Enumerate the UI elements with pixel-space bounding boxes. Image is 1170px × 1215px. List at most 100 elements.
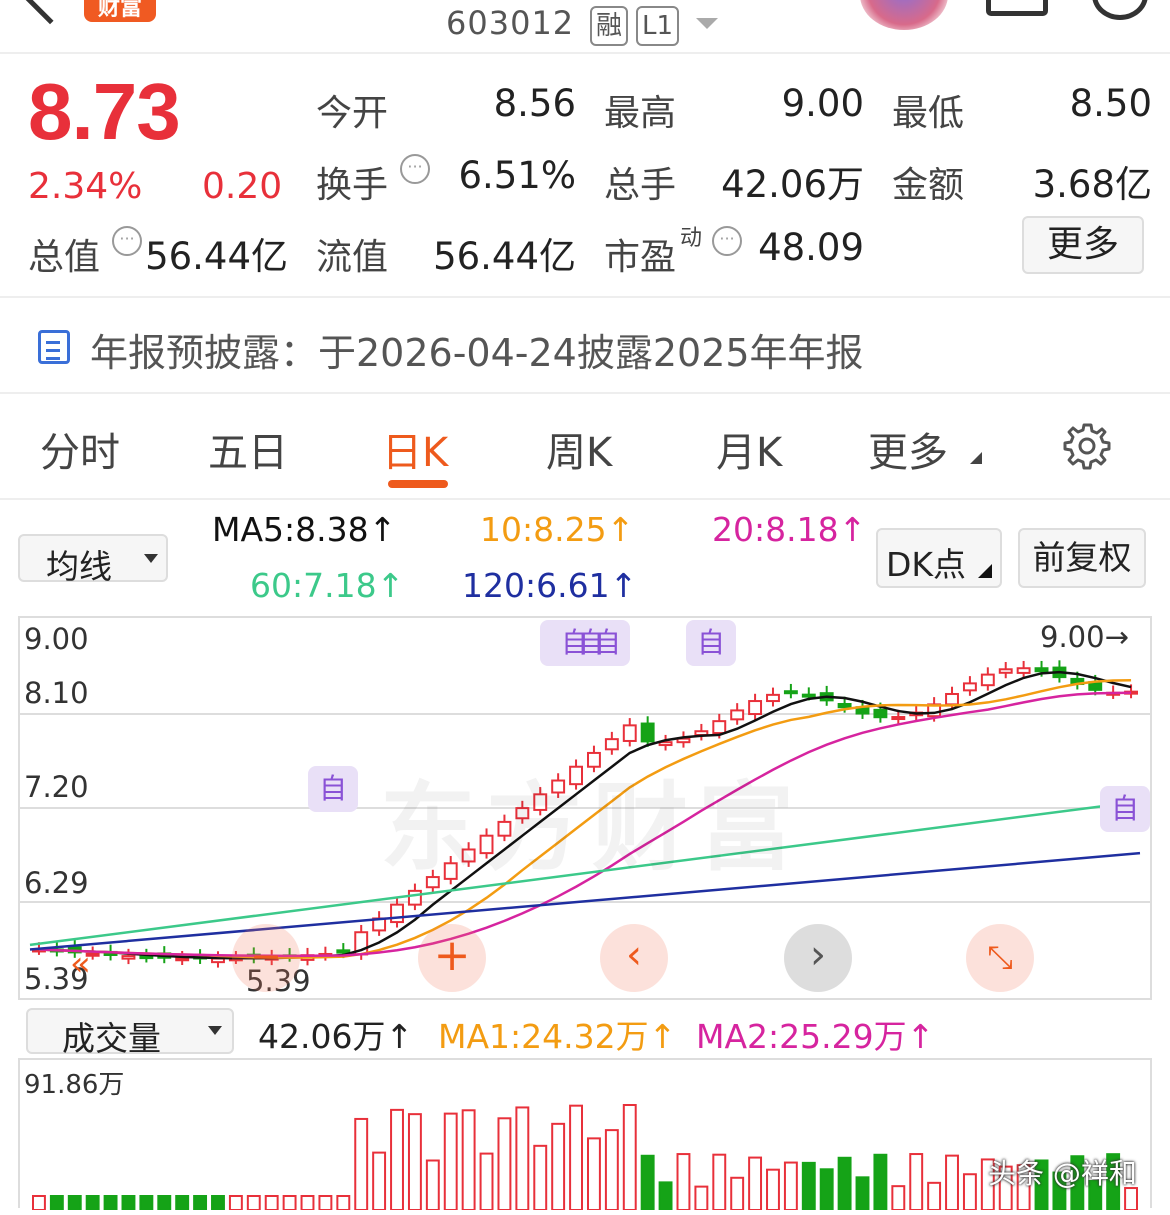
open-value: 8.56 <box>493 82 576 125</box>
volume-bar <box>121 1195 136 1210</box>
info-icon[interactable]: ··· <box>112 226 142 256</box>
annual-report-notice[interactable]: 年报预披露：于2026-04-24披露2025年年报 <box>90 322 864 377</box>
watermark: 东方财富 <box>380 772 804 884</box>
candle-body <box>837 702 852 709</box>
turnover-value: 6.51% <box>458 154 576 197</box>
tab-more[interactable]: 更多 <box>868 420 948 478</box>
low-value: 8.50 <box>1069 82 1152 125</box>
window-icon[interactable] <box>986 0 1048 16</box>
volume-bar <box>85 1195 100 1210</box>
volume-bar <box>587 1137 601 1210</box>
dropdown-caret-icon <box>208 1026 222 1035</box>
volume-bar <box>837 1156 852 1210</box>
volume-bar <box>748 1156 763 1210</box>
change-percent: 2.34% <box>28 166 143 207</box>
chevron-right-icon[interactable]: › <box>784 924 852 992</box>
dk-point-button[interactable]: DK点 <box>876 528 1002 588</box>
low-label: 最低 <box>892 93 965 134</box>
high-label: 最高 <box>604 93 677 134</box>
caret-icon <box>970 452 982 464</box>
market-cap-label: 总值 <box>28 237 101 278</box>
candle-body <box>980 673 995 687</box>
double-chevron-left-icon[interactable]: « <box>70 944 91 984</box>
chevron-down-icon[interactable] <box>696 18 718 29</box>
avatar[interactable] <box>860 0 948 30</box>
tab-weekly-k[interactable]: 周K <box>546 420 612 478</box>
footer-watermark: 头条 @祥和 <box>988 1157 1137 1190</box>
zoom-in-icon[interactable]: + <box>418 924 486 992</box>
gear-icon[interactable] <box>1063 422 1111 470</box>
tab-daily-k[interactable]: 日K <box>382 420 448 478</box>
volume-bar <box>67 1195 82 1210</box>
dk-point-label: DK点 <box>886 545 967 584</box>
candle-body <box>998 668 1013 674</box>
volume-bar <box>103 1195 118 1210</box>
volume-label: 总手 <box>604 165 677 206</box>
float-cap-label: 流值 <box>316 237 389 278</box>
chevron-left-icon[interactable]: ‹ <box>600 924 668 992</box>
y-axis-label: 6.29 <box>24 866 89 900</box>
candle-body <box>783 690 798 695</box>
amount-value: 3.68亿 <box>1032 163 1152 206</box>
volume-ma1: MA1:24.32万↑ <box>438 1017 677 1056</box>
ma20-value: 20:8.18↑ <box>712 510 867 549</box>
info-icon[interactable]: ··· <box>712 226 742 256</box>
volume-bar <box>390 1108 404 1210</box>
volume-bar <box>246 1195 261 1210</box>
tab-monthly-k[interactable]: 月K <box>716 420 782 478</box>
ma10-value: 10:8.25↑ <box>480 510 635 549</box>
volume-bar <box>676 1153 691 1210</box>
volume-bar <box>336 1195 351 1210</box>
fullscreen-icon[interactable]: ⤡ <box>966 924 1034 992</box>
dropdown-caret-icon <box>144 554 158 563</box>
candle-body <box>390 903 404 924</box>
change-amount: 0.20 <box>202 166 283 207</box>
open-label: 今开 <box>316 93 389 134</box>
high-price-marker: 9.00→ <box>1040 620 1129 654</box>
candle-body <box>175 957 190 962</box>
candle-body <box>766 693 780 703</box>
volume-dropdown[interactable]: 成交量 <box>26 1008 234 1058</box>
tab-intraday[interactable]: 分时 <box>40 420 120 478</box>
volume-bar <box>425 1159 440 1210</box>
volume-bar <box>855 1176 870 1210</box>
volume-bar <box>945 1154 959 1210</box>
volume-bar <box>604 1129 619 1210</box>
volume-bar <box>32 1195 46 1210</box>
adjust-price-button[interactable]: 前复权 <box>1018 528 1146 588</box>
volume-bar <box>873 1153 888 1210</box>
volume-bar <box>461 1109 476 1210</box>
volume-value: 42.06万↑ <box>258 1017 414 1056</box>
back-arrow-icon[interactable] <box>21 0 79 25</box>
event-marker[interactable]: 自 <box>308 766 358 812</box>
high-value: 9.00 <box>781 82 864 125</box>
info-icon[interactable]: ··· <box>400 154 430 184</box>
volume-bar <box>211 1195 225 1210</box>
candle-body <box>748 700 763 716</box>
candle-body <box>640 722 655 743</box>
ma120-value: 120:6.61↑ <box>462 566 638 605</box>
event-marker-group[interactable]: 自自自 <box>540 620 630 666</box>
event-marker[interactable]: 自 <box>1100 786 1150 832</box>
indicator-dropdown[interactable]: 均线 <box>18 534 168 586</box>
volume-bar <box>622 1104 637 1210</box>
candle-body <box>139 955 154 960</box>
candle-body <box>945 692 959 706</box>
candle-body <box>873 708 888 719</box>
tab-five-day[interactable]: 五日 <box>208 420 288 478</box>
volume-bar <box>175 1195 190 1210</box>
volume-bar <box>712 1153 727 1210</box>
search-icon[interactable] <box>1092 0 1148 20</box>
event-marker[interactable]: 自 <box>686 620 736 666</box>
top-bar: 财富 603012 融 L1 <box>0 0 1170 54</box>
zoom-out-icon[interactable]: − <box>232 924 300 992</box>
volume-bar <box>694 1185 709 1210</box>
more-button[interactable]: 更多 <box>1022 216 1144 274</box>
divider <box>0 392 1170 394</box>
indicator-dropdown-label: 均线 <box>46 547 112 586</box>
candle-body <box>962 682 977 692</box>
volume-bar <box>909 1153 924 1210</box>
volume-ma2: MA2:25.29万↑ <box>696 1017 935 1056</box>
current-price: 8.73 <box>28 67 181 156</box>
volume-chart[interactable] <box>18 1058 1152 1210</box>
